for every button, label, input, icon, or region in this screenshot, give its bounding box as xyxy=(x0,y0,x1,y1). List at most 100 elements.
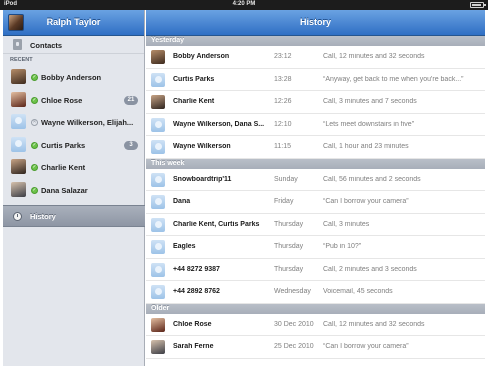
history-row-name: Snowboardtrip'11 xyxy=(173,175,232,183)
history-list: Yesterday Bobby Anderson 23:12 Call, 12 min… xyxy=(146,36,485,359)
history-row-time: 23:12 xyxy=(274,53,292,60)
recent-item[interactable]: ✕ Wayne Wilkerson, Elijah... xyxy=(3,111,144,134)
history-row-time: 13:28 xyxy=(274,75,292,83)
contact-avatar xyxy=(151,117,165,132)
history-row-name: Chloe Rose xyxy=(173,320,212,328)
history-row-name: Curtis Parks xyxy=(173,75,215,83)
history-row-time: 25 Dec 2010 xyxy=(274,343,314,350)
contacts-label: Contacts xyxy=(30,41,63,50)
contact-avatar xyxy=(151,95,165,109)
contact-avatar xyxy=(151,217,165,232)
history-row-name: Wayne Wilkerson, Dana S... xyxy=(173,120,265,128)
sidebar: Ralph Taylor Contacts RECENT ✓ Bobby Ande… xyxy=(3,10,145,366)
recent-caption: RECENT xyxy=(10,57,33,63)
contact-avatar xyxy=(11,69,26,84)
recent-item[interactable]: ✓ Dana Salazar xyxy=(3,179,144,202)
history-tab[interactable]: History xyxy=(3,205,145,227)
history-row-detail: Call, 3 minutes and 7 seconds xyxy=(323,98,417,105)
online-check-icon: ✓ xyxy=(31,141,38,149)
section-header: This week xyxy=(146,158,485,169)
history-row-detail: “Anyway, get back to me when you're back… xyxy=(323,75,464,83)
history-row-time: 12:26 xyxy=(274,98,292,105)
address-book-icon xyxy=(13,39,22,50)
history-row-time: Thursday xyxy=(274,265,304,273)
contact-avatar xyxy=(151,340,165,354)
history-tab-label: History xyxy=(30,212,56,221)
history-row[interactable]: Wayne Wilkerson 11:15 Call, 1 hour and 23 … xyxy=(146,136,485,159)
battery-fill xyxy=(472,4,481,6)
history-row[interactable]: Curtis Parks 13:28 “Anyway, get back to me… xyxy=(146,69,485,91)
status-bar: iPod 4:20 PM xyxy=(0,0,488,10)
away-icon: ✕ xyxy=(31,119,38,126)
history-row-time: Thursday xyxy=(274,243,304,250)
history-row[interactable]: +44 2892 8762 Wednesday Voicemail, 45 seco… xyxy=(146,281,485,304)
recent-item[interactable]: ✓ Curtis Parks 3 xyxy=(3,134,144,157)
recent-item[interactable]: ✓ Chloe Rose 21 xyxy=(3,89,144,112)
history-row[interactable]: Snowboardtrip'11 Sunday Call, 56 minutes a… xyxy=(146,169,485,191)
history-row-detail: Call, 2 minutes and 3 seconds xyxy=(323,265,417,273)
history-row-detail: Call, 1 hour and 23 minutes xyxy=(323,143,409,150)
sidebar-header: Ralph Taylor xyxy=(3,10,144,36)
recent-item[interactable]: ✓ Charlie Kent xyxy=(3,156,144,179)
sidebar-title: Ralph Taylor xyxy=(46,17,101,27)
history-row-detail: Call, 12 minutes and 32 seconds xyxy=(323,320,425,328)
online-check-icon: ✓ xyxy=(31,96,38,104)
recent-item-name: Chloe Rose xyxy=(41,95,83,105)
history-row-time: Friday xyxy=(274,198,294,205)
history-row-name: Eagles xyxy=(173,243,196,250)
recent-item-name: Charlie Kent xyxy=(41,163,86,172)
history-row-time: Sunday xyxy=(274,175,298,183)
recent-item[interactable]: ✓ Bobby Anderson xyxy=(3,66,144,89)
history-row-time: Wednesday xyxy=(274,288,311,295)
history-row[interactable]: Sarah Ferne 25 Dec 2010 “Can I borrow your… xyxy=(146,336,485,359)
contact-avatar xyxy=(11,114,26,129)
history-row-time: Thursday xyxy=(274,220,304,228)
contact-avatar xyxy=(151,172,165,187)
history-row-name: Sarah Ferne xyxy=(173,343,214,350)
online-check-icon: ✓ xyxy=(31,164,38,171)
history-row-time: 30 Dec 2010 xyxy=(274,320,314,328)
contact-avatar xyxy=(151,195,165,209)
unread-badge: 21 xyxy=(124,95,138,105)
history-row-detail: “Lets meet downstairs in five” xyxy=(323,120,415,128)
history-row-detail: “Can I borrow your camera” xyxy=(323,343,409,350)
history-row[interactable]: Charlie Kent, Curtis Parks Thursday Call, … xyxy=(146,214,485,236)
history-row-time: 11:15 xyxy=(274,143,291,150)
history-panel: History Yesterday Bobby Anderson 23:12 Call… xyxy=(146,10,485,366)
online-check-icon: ✓ xyxy=(31,186,38,194)
history-row[interactable]: Eagles Thursday “Pub in 10?” xyxy=(146,236,485,259)
history-row[interactable]: Chloe Rose 30 Dec 2010 Call, 12 minutes an… xyxy=(146,314,485,336)
history-row[interactable]: Bobby Anderson 23:12 Call, 12 minutes and … xyxy=(146,46,485,69)
contact-avatar xyxy=(151,240,165,254)
contact-avatar xyxy=(151,262,165,277)
contact-avatar xyxy=(151,140,165,154)
history-row-name: Wayne Wilkerson xyxy=(173,143,231,150)
history-row-name: Bobby Anderson xyxy=(173,53,230,60)
history-row[interactable]: +44 8272 9387 Thursday Call, 2 minutes and… xyxy=(146,259,485,281)
status-time: 4:20 PM xyxy=(232,1,256,7)
contact-avatar xyxy=(151,317,165,332)
history-row-detail: Call, 3 minutes xyxy=(323,220,370,228)
recent-item-name: Bobby Anderson xyxy=(41,73,102,82)
contact-avatar xyxy=(11,91,26,107)
history-row-name: +44 2892 8762 xyxy=(173,288,220,295)
history-header: History xyxy=(146,10,485,36)
contact-avatar xyxy=(11,136,26,152)
recent-item-name: Dana Salazar xyxy=(41,185,88,195)
history-row-detail: “Pub in 10?” xyxy=(323,243,362,250)
history-row[interactable]: Wayne Wilkerson, Dana S... 12:10 “Lets mee… xyxy=(146,114,485,136)
recent-item-name: Wayne Wilkerson, Elijah... xyxy=(41,118,134,127)
history-row-name: Charlie Kent xyxy=(173,98,215,105)
history-row[interactable]: Charlie Kent 12:26 Call, 3 minutes and 7 s… xyxy=(146,91,485,114)
history-row-time: 12:10 xyxy=(274,120,292,128)
history-row[interactable]: Dana Friday “Can I borrow your camera” xyxy=(146,191,485,214)
contact-avatar xyxy=(151,50,165,64)
contact-avatar xyxy=(151,72,165,87)
contacts-button[interactable]: Contacts xyxy=(3,36,144,54)
contact-avatar xyxy=(11,181,26,197)
unread-badge: 3 xyxy=(124,140,138,150)
online-check-icon: ✓ xyxy=(31,74,38,81)
history-row-detail: Voicemail, 45 seconds xyxy=(323,288,393,295)
history-row-name: Dana xyxy=(173,198,191,205)
recent-list: ✓ Bobby Anderson ✓ Chloe Rose 21 ✕ Wayne Wilke… xyxy=(3,66,144,201)
